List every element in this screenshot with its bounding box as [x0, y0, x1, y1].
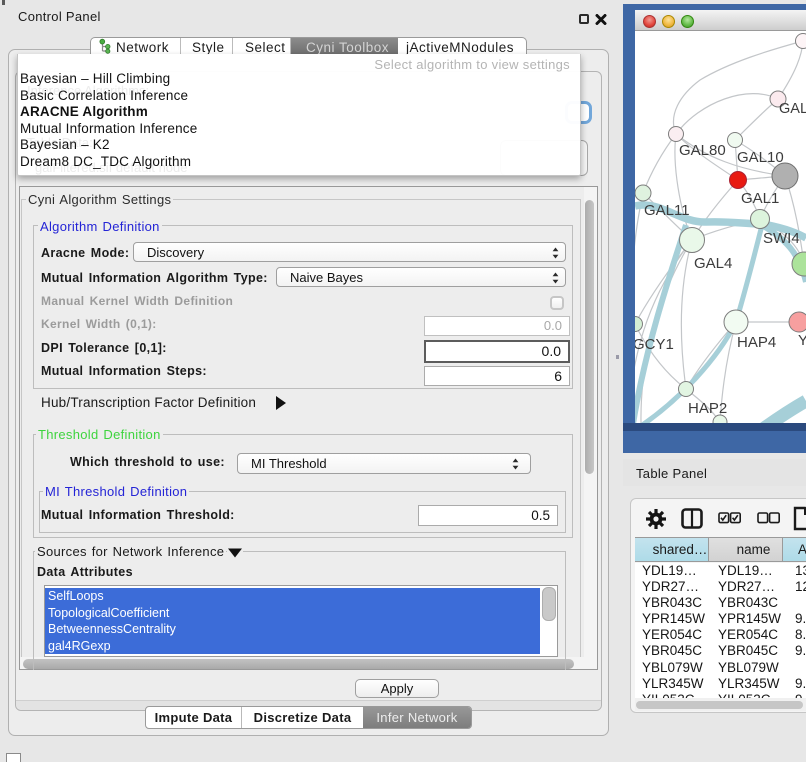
svg-text:GAL11: GAL11 [644, 202, 690, 219]
svg-text:HAP4: HAP4 [737, 334, 776, 351]
svg-text:SWI4: SWI4 [763, 230, 800, 247]
svg-text:GCY1: GCY1 [635, 336, 674, 353]
svg-text:GAL4: GAL4 [694, 255, 732, 272]
svg-text:GAL10: GAL10 [737, 149, 784, 166]
svg-text:GAL2: GAL2 [779, 101, 806, 117]
svg-text:GAL80: GAL80 [679, 142, 726, 159]
svg-text:YJ: YJ [798, 332, 806, 349]
svg-text:HAP2: HAP2 [688, 400, 727, 417]
svg-text:GAL1: GAL1 [741, 190, 779, 207]
